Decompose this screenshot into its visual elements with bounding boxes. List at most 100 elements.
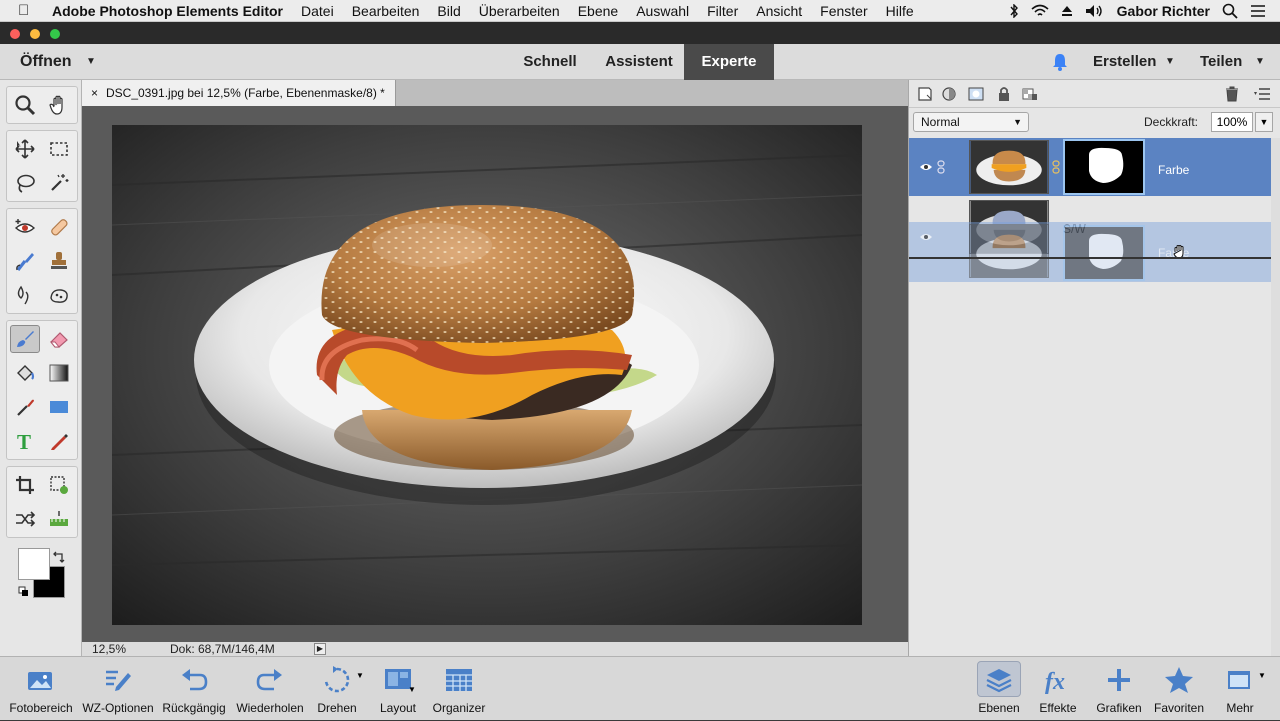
layout-button[interactable]: ▼ Layout <box>372 657 424 721</box>
panel-menu-icon[interactable] <box>1253 86 1271 102</box>
lasso-tool-icon[interactable] <box>10 169 40 197</box>
close-window-icon[interactable] <box>10 29 20 39</box>
star-icon <box>1165 667 1193 693</box>
user-name[interactable]: Gabor Richter <box>1117 3 1210 19</box>
visibility-eye-icon[interactable] <box>919 160 933 174</box>
layers-button[interactable]: Ebenen <box>972 657 1026 721</box>
notification-list-icon[interactable] <box>1250 4 1266 18</box>
apple-icon[interactable]:  <box>18 2 38 19</box>
crop-tool-icon[interactable] <box>10 471 40 499</box>
smart-brush-tool-icon[interactable] <box>10 247 40 275</box>
zoom-tool-icon[interactable] <box>10 91 40 119</box>
sponge-tool-icon[interactable] <box>44 281 74 309</box>
content-aware-move-tool-icon[interactable] <box>10 505 40 533</box>
menu-bearbeiten[interactable]: Bearbeiten <box>352 3 420 19</box>
swap-colors-icon[interactable] <box>52 550 66 564</box>
new-group-icon[interactable] <box>941 86 959 102</box>
eyedropper-tool-icon[interactable] <box>10 393 40 421</box>
opacity-dropdown-icon[interactable]: ▼ <box>1255 112 1273 132</box>
tab-experte[interactable]: Experte <box>684 44 774 80</box>
undo-button[interactable]: Rückgängig <box>158 657 230 721</box>
redo-button[interactable]: Wiederholen <box>232 657 308 721</box>
red-eye-tool-icon[interactable] <box>10 213 40 241</box>
menu-datei[interactable]: Datei <box>301 3 334 19</box>
paint-bucket-tool-icon[interactable] <box>10 359 40 387</box>
straighten-tool-icon[interactable] <box>44 505 74 533</box>
menu-filter[interactable]: Filter <box>707 3 738 19</box>
link-icon[interactable] <box>936 160 946 174</box>
notification-bell-icon[interactable] <box>1050 52 1070 72</box>
status-menu-arrow-icon[interactable]: ▶ <box>314 643 326 655</box>
organizer-button[interactable]: Organizer <box>428 657 490 721</box>
eraser-tool-icon[interactable] <box>44 325 74 353</box>
brush-tool-icon[interactable] <box>10 325 40 353</box>
spotlight-search-icon[interactable] <box>1222 3 1238 19</box>
lock-icon[interactable] <box>995 86 1013 102</box>
marquee-tool-icon[interactable] <box>44 135 74 163</box>
menu-ueberarbeiten[interactable]: Überarbeiten <box>479 3 560 19</box>
mask-link-icon[interactable] <box>1052 160 1060 174</box>
opacity-input[interactable]: 100% <box>1211 112 1253 132</box>
pencil-tool-icon[interactable] <box>44 427 74 455</box>
tab-schnell[interactable]: Schnell <box>510 44 590 80</box>
new-layer-icon[interactable] <box>917 86 935 102</box>
rotate-dropdown-icon[interactable]: ▼ <box>356 671 364 680</box>
graphics-button[interactable]: Grafiken <box>1092 657 1146 721</box>
close-document-icon[interactable]: × <box>91 80 98 106</box>
layout-dropdown-icon[interactable]: ▼ <box>408 685 416 694</box>
zoom-window-icon[interactable] <box>50 29 60 39</box>
rotate-button[interactable]: ▼ Drehen <box>308 657 366 721</box>
delete-layer-icon[interactable] <box>1223 86 1241 102</box>
document-image[interactable] <box>112 125 862 625</box>
add-mask-icon[interactable] <box>967 86 985 102</box>
menu-bild[interactable]: Bild <box>437 3 460 19</box>
layers-scrollbar[interactable] <box>1271 138 1280 656</box>
more-dropdown-icon[interactable]: ▼ <box>1258 671 1266 680</box>
menu-hilfe[interactable]: Hilfe <box>886 3 914 19</box>
blend-mode-select[interactable]: Normal ▼ <box>913 112 1029 132</box>
magic-wand-tool-icon[interactable] <box>44 169 74 197</box>
open-button[interactable]: Öffnen <box>20 44 72 80</box>
volume-icon[interactable] <box>1085 4 1105 18</box>
text-tool-icon[interactable]: T <box>10 427 40 455</box>
effects-button[interactable]: fx Effekte <box>1032 657 1084 721</box>
create-button[interactable]: Erstellen <box>1093 44 1156 80</box>
document-title: DSC_0391.jpg bei 12,5% (Farbe, Ebenenmas… <box>106 86 385 100</box>
spot-healing-tool-icon[interactable] <box>44 213 74 241</box>
share-button[interactable]: Teilen <box>1200 44 1242 80</box>
menu-ansicht[interactable]: Ansicht <box>756 3 802 19</box>
share-dropdown-icon[interactable]: ▼ <box>1255 44 1265 80</box>
hand-tool-icon[interactable] <box>44 91 74 119</box>
lock-transparency-icon[interactable] <box>1021 86 1039 102</box>
move-tool-icon[interactable] <box>10 135 40 163</box>
favorites-button[interactable]: Favoriten <box>1150 657 1208 721</box>
wifi-icon[interactable] <box>1031 4 1049 18</box>
clone-stamp-tool-icon[interactable] <box>44 247 74 275</box>
tool-options-button[interactable]: WZ-Optionen <box>80 657 156 721</box>
default-colors-icon[interactable] <box>18 586 30 598</box>
eject-icon[interactable] <box>1061 5 1073 17</box>
zoom-level[interactable]: 12,5% <box>92 642 126 656</box>
more-button[interactable]: ▼ Mehr <box>1212 657 1268 721</box>
menu-fenster[interactable]: Fenster <box>820 3 867 19</box>
create-dropdown-icon[interactable]: ▼ <box>1165 44 1175 80</box>
organizer-icon <box>446 669 472 691</box>
bluetooth-icon[interactable] <box>1009 4 1019 18</box>
layer-thumbnail[interactable] <box>969 140 1049 194</box>
canvas-area[interactable] <box>82 106 908 642</box>
open-dropdown-icon[interactable]: ▼ <box>86 44 96 80</box>
menu-auswahl[interactable]: Auswahl <box>636 3 689 19</box>
photo-bin-button[interactable]: Fotobereich <box>4 657 78 721</box>
menu-ebene[interactable]: Ebene <box>578 3 618 19</box>
tab-assistent[interactable]: Assistent <box>594 44 684 80</box>
blur-tool-icon[interactable] <box>10 281 40 309</box>
shape-tool-icon[interactable] <box>44 393 74 421</box>
app-name-menu[interactable]: Adobe Photoshop Elements Editor <box>52 3 283 19</box>
document-tab[interactable]: × DSC_0391.jpg bei 12,5% (Farbe, Ebenenm… <box>82 80 396 106</box>
gradient-tool-icon[interactable] <box>44 359 74 387</box>
layer-row-farbe[interactable]: Farbe <box>909 138 1271 196</box>
recompose-tool-icon[interactable] <box>44 471 74 499</box>
layer-mask-thumbnail[interactable] <box>1063 139 1145 195</box>
layer-name-farbe[interactable]: Farbe <box>1158 163 1189 177</box>
minimize-window-icon[interactable] <box>30 29 40 39</box>
